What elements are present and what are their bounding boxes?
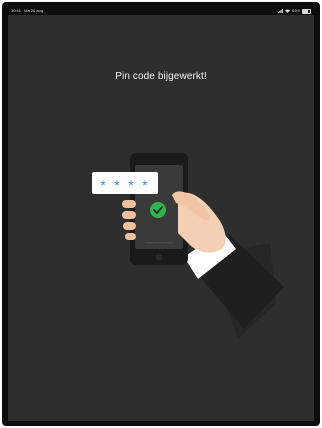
tablet-frame: 10:41 Ma 26 aug 69% Pin code bijgewerkt! [2,2,320,426]
pin-card: * * * * [92,172,158,194]
app-screen: 10:41 Ma 26 aug 69% Pin code bijgewerkt! [8,7,314,421]
finger-1 [122,200,136,208]
pin-digit-3: * [128,177,134,193]
pin-digit-1: * [100,177,106,193]
check-circle [150,202,166,218]
finger-3 [123,222,136,230]
finger-4 [125,233,136,240]
pin-updated-illustration: * * * * [92,153,284,339]
finger-2 [122,211,136,219]
pin-digit-4: * [142,177,148,193]
pin-digit-2: * [114,177,120,193]
phone-home-button [155,253,163,261]
checkmark-icon [150,202,166,218]
phone-screen-bar [145,242,173,244]
